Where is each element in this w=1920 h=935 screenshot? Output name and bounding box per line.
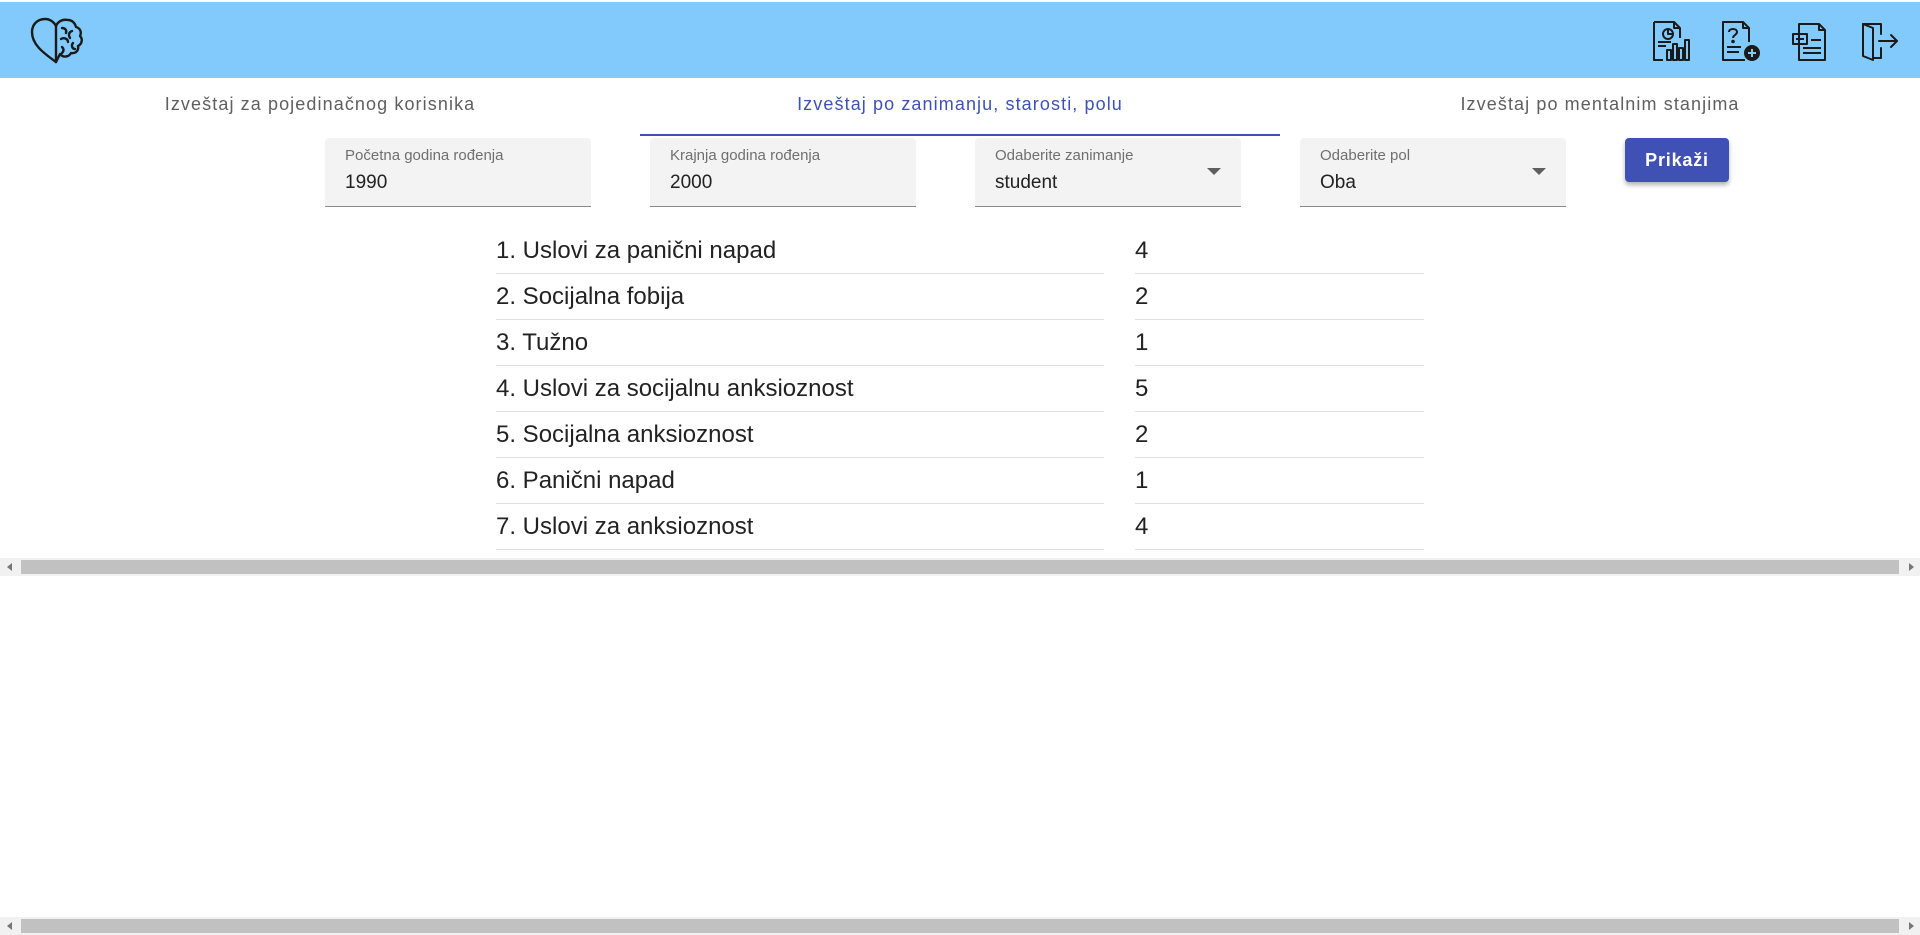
scroll-right-icon[interactable] bbox=[1902, 558, 1920, 576]
brain-heart-icon[interactable] bbox=[28, 16, 84, 66]
occupation-label: Odaberite zanimanje bbox=[995, 147, 1134, 164]
tab-individual-user[interactable]: Izveštaj za pojedinačnog korisnika bbox=[0, 78, 640, 136]
scrollbar-thumb[interactable] bbox=[21, 560, 1899, 574]
start-year-label: Početna godina rođenja bbox=[345, 147, 504, 164]
app-bar bbox=[0, 0, 1920, 78]
occupation-value: student bbox=[995, 172, 1058, 193]
page-horizontal-scrollbar[interactable] bbox=[0, 917, 1920, 935]
scrollbar-thumb[interactable] bbox=[21, 919, 1899, 933]
scroll-left-icon[interactable] bbox=[0, 558, 18, 576]
scroll-left-icon[interactable] bbox=[0, 917, 18, 935]
start-year-input[interactable]: 1990 bbox=[345, 172, 387, 194]
dropdown-arrow-icon[interactable] bbox=[1532, 168, 1546, 175]
scroll-right-icon[interactable] bbox=[1902, 917, 1920, 935]
condition-name: 7. Uslovi za anksioznost bbox=[496, 504, 1104, 550]
condition-count: 2 bbox=[1135, 274, 1424, 320]
tab-mental-states[interactable]: Izveštaj po mentalnim stanjima bbox=[1280, 78, 1920, 136]
logout-icon[interactable] bbox=[1858, 19, 1902, 63]
end-year-input[interactable]: 2000 bbox=[670, 172, 712, 194]
report-tabs: Izveštaj za pojedinačnog korisnika Izveš… bbox=[0, 78, 1920, 136]
condition-name: 2. Socijalna fobija bbox=[496, 274, 1104, 320]
condition-name: 4. Uslovi za socijalnu anksioznost bbox=[496, 366, 1104, 412]
condition-count: 1 bbox=[1135, 320, 1424, 366]
gender-value: Oba bbox=[1320, 172, 1356, 193]
document-list-icon[interactable] bbox=[1788, 19, 1832, 63]
table-horizontal-scrollbar[interactable] bbox=[0, 558, 1920, 576]
show-button[interactable]: Prikaži bbox=[1625, 138, 1729, 182]
dropdown-arrow-icon[interactable] bbox=[1207, 168, 1221, 175]
end-year-label: Krajnja godina rođenja bbox=[670, 147, 821, 164]
condition-name: 6. Panični napad bbox=[496, 458, 1104, 504]
condition-name: 1. Uslovi za panični napad bbox=[496, 228, 1104, 274]
gender-label: Odaberite pol bbox=[1320, 147, 1411, 164]
occupation-select[interactable]: Odaberite zanimanje student bbox=[975, 138, 1241, 207]
condition-count: 4 bbox=[1135, 228, 1424, 274]
start-year-field[interactable]: Početna godina rođenja 1990 bbox=[325, 138, 591, 207]
report-chart-icon[interactable] bbox=[1648, 19, 1692, 63]
condition-name: 3. Tužno bbox=[496, 320, 1104, 366]
toolbar-actions bbox=[1648, 18, 1902, 64]
condition-count: 2 bbox=[1135, 412, 1424, 458]
end-year-field[interactable]: Krajnja godina rođenja 2000 bbox=[650, 138, 916, 207]
condition-count: 4 bbox=[1135, 504, 1424, 550]
gender-select[interactable]: Odaberite pol Oba bbox=[1300, 138, 1566, 207]
condition-name: 5. Socijalna anksioznost bbox=[496, 412, 1104, 458]
condition-count: 5 bbox=[1135, 366, 1424, 412]
tab-occupation-age-gender[interactable]: Izveštaj po zanimanju, starosti, polu bbox=[640, 78, 1280, 136]
condition-count: 1 bbox=[1135, 458, 1424, 504]
question-doc-add-icon[interactable] bbox=[1718, 19, 1762, 63]
